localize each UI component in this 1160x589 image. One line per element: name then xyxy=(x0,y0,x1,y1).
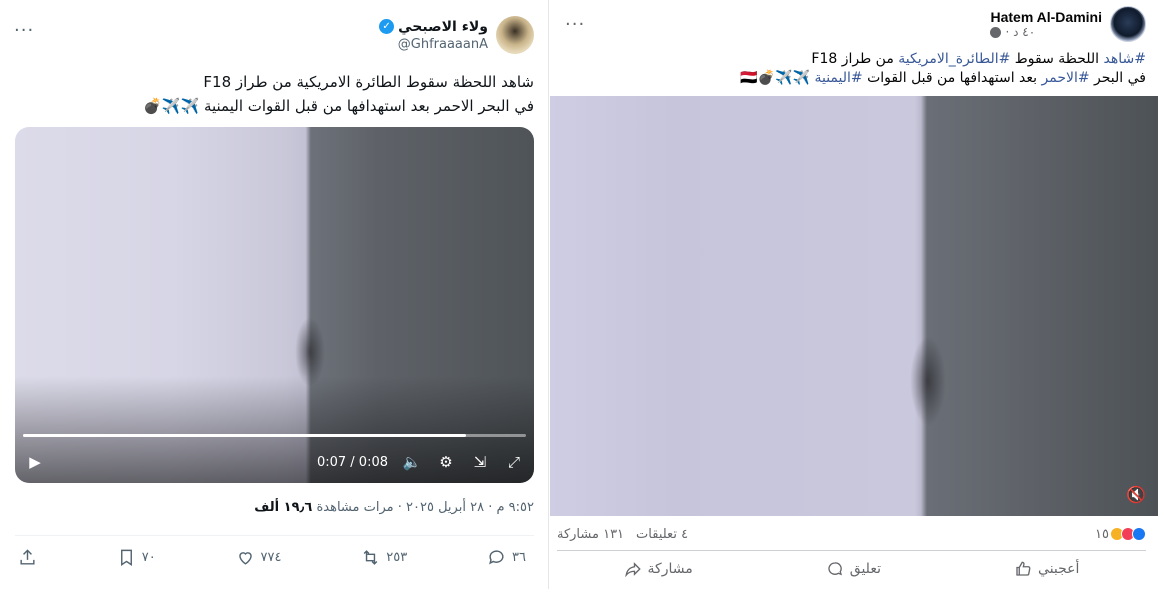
repost-button[interactable]: ٢٥٣ xyxy=(361,548,407,567)
video-progress-bar[interactable] xyxy=(23,434,526,437)
x-post-meta: ٩:٥٢ م · ٢٨ أبريل ٢٠٢٥ · مرات مشاهدة ١٩٫… xyxy=(254,500,534,515)
globe-icon xyxy=(990,26,1002,38)
video-controls: ▶ 0:07 / 0:08 🔈 ⚙ ⇲ ⤢ xyxy=(25,451,524,473)
picture-in-picture-icon[interactable]: ⇲ xyxy=(470,452,490,472)
x-post: ··· ولاء الاصبحي ✓ @GhfraaaanA شاهد اللح… xyxy=(0,0,548,589)
x-name-row: ولاء الاصبحي ✓ xyxy=(379,19,488,35)
repost-count: ٢٥٣ xyxy=(386,549,408,565)
shares-count-link[interactable]: ١٣١ مشاركة xyxy=(557,527,624,542)
emoji-span: ✈️✈️💣🇾🇪 xyxy=(740,70,815,86)
x-post-text: شاهد اللحظة سقوط الطائرة الامريكية من طر… xyxy=(14,70,534,118)
fb-more-options-button[interactable]: ··· xyxy=(565,14,585,35)
fb-stats-row: ٤ تعليقات ١٣١ مشاركة ١٥ xyxy=(557,524,1146,544)
x-action-bar: ٧٠ ٧٧٤ ٢٥٣ ٣٦ xyxy=(18,546,526,568)
play-icon[interactable]: ▶ xyxy=(25,452,45,472)
x-video-player[interactable]: ▶ 0:07 / 0:08 🔈 ⚙ ⇲ ⤢ xyxy=(15,127,534,483)
x-more-options-button[interactable]: ··· xyxy=(14,20,34,41)
verified-badge-icon: ✓ xyxy=(379,19,395,34)
comment-bubble-icon xyxy=(828,562,842,576)
fb-stats-counts: ٤ تعليقات ١٣١ مشاركة xyxy=(557,527,688,542)
share-button[interactable]: مشاركة xyxy=(624,560,693,578)
x-views-label: مرات مشاهدة xyxy=(316,500,394,515)
bookmark-icon xyxy=(120,549,132,566)
fb-post-time[interactable]: ٤٠ د · xyxy=(1005,25,1035,39)
mute-icon[interactable]: 🔇 xyxy=(1126,485,1146,504)
reply-count: ٣٦ xyxy=(512,549,526,565)
share-label: مشاركة xyxy=(647,561,693,577)
fb-author-block: Hatem Al-Damini ٤٠ د · xyxy=(990,6,1146,42)
reactions-count: ١٥ xyxy=(1095,526,1109,542)
thumbs-up-icon xyxy=(1016,561,1031,576)
fb-post-time-row: ٤٠ د · xyxy=(990,25,1102,39)
text-span: من طراز F18 xyxy=(811,51,899,67)
bookmark-count: ٧٠ xyxy=(141,549,156,565)
settings-gear-icon[interactable]: ⚙ xyxy=(436,452,456,472)
fb-video-player[interactable]: 🔇 xyxy=(550,96,1158,516)
divider xyxy=(557,550,1146,551)
x-author-names: ولاء الاصبحي ✓ @GhfraaaanA xyxy=(379,19,488,52)
x-post-text-line1: شاهد اللحظة سقوط الطائرة الامريكية من طر… xyxy=(203,73,534,91)
like-count: ٧٧٤ xyxy=(260,549,282,565)
x-post-time[interactable]: ٩:٥٢ م xyxy=(496,500,534,515)
hashtag-link[interactable]: #الاحمر xyxy=(1042,70,1090,86)
comments-count-link[interactable]: ٤ تعليقات xyxy=(636,527,688,542)
meta-separator: · xyxy=(397,500,402,515)
meta-separator: · xyxy=(488,500,493,515)
fb-post-text-line1: #شاهد اللحظة سقوط #الطائرة_الامريكية من … xyxy=(566,50,1146,69)
fullscreen-icon[interactable]: ⤢ xyxy=(504,452,524,472)
like-label: أعجبني xyxy=(1038,561,1080,577)
video-bottom-gradient xyxy=(15,127,534,483)
x-author-block: ولاء الاصبحي ✓ @GhfraaaanA xyxy=(379,16,534,54)
video-controls-right: 0:07 / 0:08 🔈 ⚙ ⇲ ⤢ xyxy=(317,452,524,472)
video-time: 0:07 / 0:08 xyxy=(316,454,388,470)
screenshot-root: ··· ولاء الاصبحي ✓ @GhfraaaanA شاهد اللح… xyxy=(0,0,1160,589)
avatar[interactable] xyxy=(1110,6,1146,42)
like-button[interactable]: أعجبني xyxy=(1014,560,1079,578)
fb-author-name[interactable]: Hatem Al-Damini xyxy=(990,9,1102,25)
hashtag-link[interactable]: #الطائرة_الامريكية xyxy=(898,51,1010,67)
reaction-icons xyxy=(1110,527,1146,541)
volume-icon[interactable]: 🔈 xyxy=(402,452,422,472)
hashtag-link[interactable]: #اليمنية xyxy=(814,70,862,86)
comment-button[interactable]: تعليق xyxy=(826,560,881,578)
comment-label: تعليق xyxy=(849,561,881,577)
fb-post-text-line2: في البحر #الاحمر بعد استهدافها من قبل ال… xyxy=(566,69,1146,88)
like-reaction-icon xyxy=(1132,527,1146,541)
text-span: في البحر xyxy=(1089,70,1146,86)
x-post-text-line2: في البحر الاحمر بعد استهدافها من قبل الق… xyxy=(143,97,534,115)
fb-post: ··· Hatem Al-Damini ٤٠ د · #شاهد اللحظة … xyxy=(548,0,1160,589)
avatar[interactable] xyxy=(496,16,534,54)
like-button[interactable]: ٧٧٤ xyxy=(236,548,282,567)
video-progress-fill xyxy=(23,434,466,437)
x-views-count: ١٩٫٦ ألف xyxy=(254,500,313,515)
x-post-date[interactable]: ٢٨ أبريل ٢٠٢٥ xyxy=(406,500,484,515)
bookmark-button[interactable]: ٧٠ xyxy=(117,548,156,567)
reactions-summary[interactable]: ١٥ xyxy=(1095,527,1146,542)
x-author-name[interactable]: ولاء الاصبحي xyxy=(398,19,488,35)
hashtag-link[interactable]: #شاهد xyxy=(1104,51,1146,67)
text-span: بعد استهدافها من قبل القوات xyxy=(862,70,1042,86)
fb-author-names: Hatem Al-Damini ٤٠ د · xyxy=(990,9,1102,39)
fb-action-bar: مشاركة تعليق أعجبني xyxy=(557,556,1146,582)
video-frame-aircraft xyxy=(910,336,946,426)
share-button[interactable] xyxy=(18,548,37,567)
heart-icon xyxy=(238,551,252,565)
fb-post-text: #شاهد اللحظة سقوط #الطائرة_الامريكية من … xyxy=(566,50,1146,88)
reply-bubble-icon xyxy=(489,549,504,564)
divider xyxy=(15,535,534,536)
text-span: اللحظة سقوط xyxy=(1010,51,1104,67)
repost-icon xyxy=(363,549,378,565)
x-author-handle[interactable]: @GhfraaaanA xyxy=(379,37,488,52)
share-upload-icon xyxy=(20,548,35,565)
reply-button[interactable]: ٣٦ xyxy=(487,548,526,567)
share-arrow-icon xyxy=(624,562,641,578)
